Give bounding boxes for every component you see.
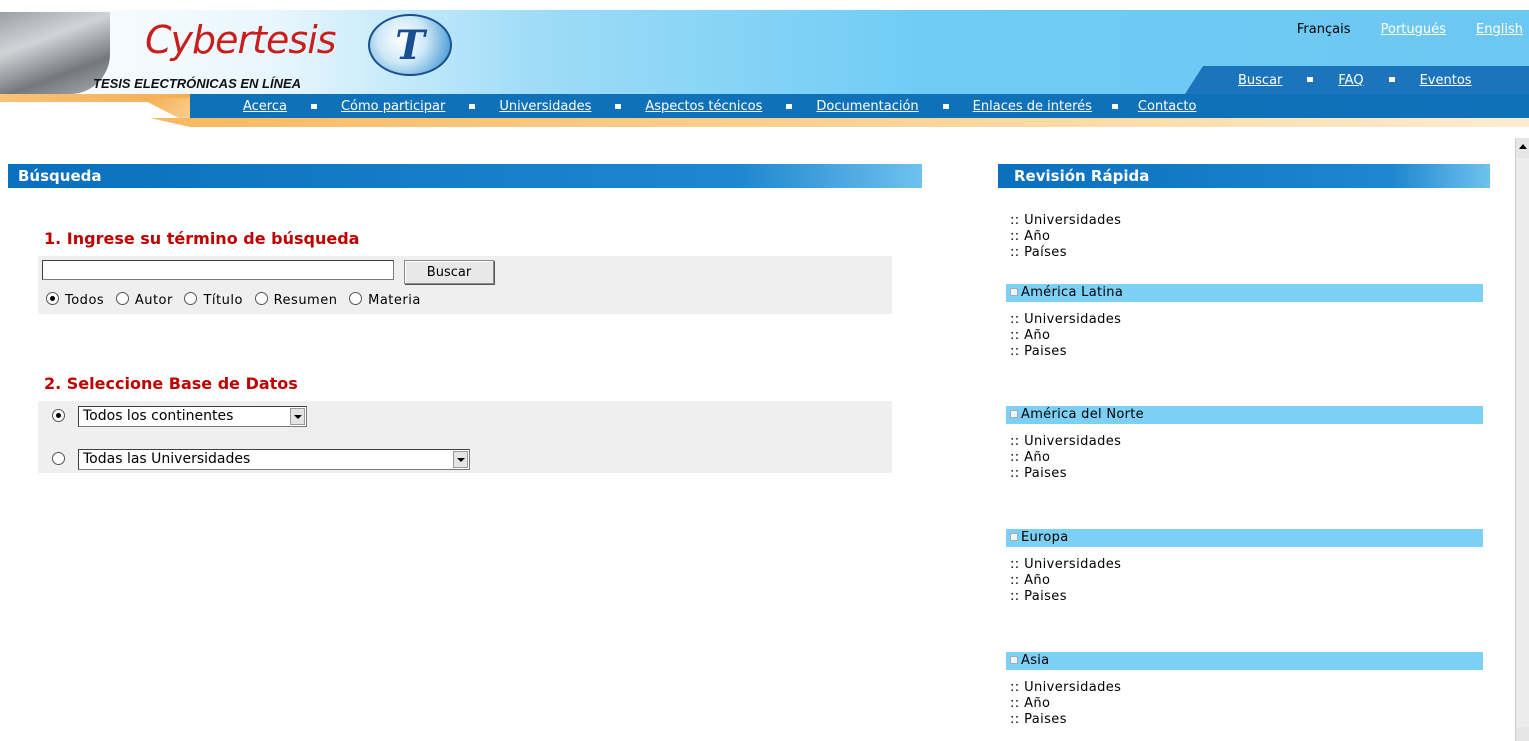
scroll-up-arrow-icon[interactable] <box>1516 138 1529 158</box>
language-link-english[interactable]: English <box>1476 22 1523 37</box>
top-nav-buscar[interactable]: Buscar <box>1238 73 1282 88</box>
radio-autor[interactable] <box>115 292 129 305</box>
link-paises[interactable]: :: Paises <box>1010 712 1121 728</box>
region-header-asia: Asia <box>1006 652 1483 670</box>
bullet-icon <box>469 104 476 109</box>
nav-aspectos-tecnicos[interactable]: Aspectos técnicos <box>645 99 762 114</box>
radio-universities[interactable] <box>52 452 65 465</box>
top-nav-eventos[interactable]: Eventos <box>1420 73 1472 88</box>
bullet-icon <box>1010 656 1018 664</box>
general-links: :: Universidades :: Año :: Países <box>1010 213 1121 261</box>
chevron-down-icon[interactable] <box>290 408 305 425</box>
top-nav: Buscar FAQ Eventos <box>1238 73 1472 88</box>
nav-contacto[interactable]: Contacto <box>1138 99 1197 114</box>
radio-materia[interactable] <box>349 292 363 305</box>
bullet-icon <box>1010 288 1018 296</box>
nav-universidades[interactable]: Universidades <box>499 99 591 114</box>
link-paises[interactable]: :: Paises <box>1010 344 1121 360</box>
region-links-america-latina: :: Universidades :: Año :: Paises <box>1010 312 1121 360</box>
university-select-value: Todas las Universidades <box>83 451 251 467</box>
bullet-icon <box>1010 410 1018 418</box>
search-input[interactable] <box>42 260 394 280</box>
bullet-icon <box>1307 77 1314 82</box>
search-button[interactable]: Buscar <box>404 260 494 284</box>
bullet-icon <box>310 104 317 109</box>
link-ano[interactable]: :: Año <box>1010 573 1121 589</box>
link-universidades[interactable]: :: Universidades <box>1010 557 1121 573</box>
radio-todos[interactable] <box>46 292 59 305</box>
region-links-america-del-norte: :: Universidades :: Año :: Paises <box>1010 434 1121 482</box>
continent-select[interactable]: Todos los continentes <box>78 406 307 427</box>
site-header: Cybertesis T TESIS ELECTRÓNICAS EN LÍNEA… <box>0 0 1529 130</box>
radio-label-resumen: Resumen <box>273 293 338 308</box>
quick-review-header: Revisión Rápida <box>998 164 1490 188</box>
nav-documentacion[interactable]: Documentación <box>816 99 918 114</box>
radio-label-titulo: Título <box>203 293 243 308</box>
radio-titulo[interactable] <box>184 292 198 305</box>
link-paises[interactable]: :: Paises <box>1010 466 1121 482</box>
search-section-header: Búsqueda <box>8 164 922 188</box>
language-link-portugues[interactable]: Portugués <box>1381 22 1446 37</box>
continent-select-value: Todos los continentes <box>83 408 234 424</box>
bullet-icon <box>615 104 622 109</box>
nav-acerca[interactable]: Acerca <box>243 99 287 114</box>
radio-continents[interactable] <box>52 409 65 422</box>
step1-title: 1. Ingrese su término de búsqueda <box>44 229 360 248</box>
bullet-icon <box>942 104 949 109</box>
region-header-america-latina: América Latina <box>1006 284 1483 302</box>
language-current: Français <box>1296 22 1351 37</box>
nav-enlaces-de-interes[interactable]: Enlaces de interés <box>973 99 1092 114</box>
site-logo[interactable]: Cybertesis <box>145 18 337 62</box>
scroll-down-arrow-icon[interactable] <box>1516 727 1529 741</box>
link-ano[interactable]: :: Año <box>1010 696 1121 712</box>
main-nav: Acerca Cómo participar Universidades Aspect… <box>243 99 1196 114</box>
search-field-options: Todos Autor Título Resumen Materia <box>46 292 428 308</box>
radio-label-autor: Autor <box>134 293 173 308</box>
logo-emblem: T <box>368 14 452 76</box>
link-ano[interactable]: :: Año <box>1010 328 1121 344</box>
chevron-down-icon[interactable] <box>453 451 468 468</box>
vertical-scrollbar[interactable] <box>1515 138 1529 741</box>
step2-title: 2. Seleccione Base de Datos <box>44 374 298 393</box>
bullet-icon <box>1388 77 1395 82</box>
nav-como-participar[interactable]: Cómo participar <box>341 99 445 114</box>
bullet-icon <box>1010 533 1018 541</box>
link-universidades[interactable]: :: Universidades <box>1010 213 1121 229</box>
region-links-asia: :: Universidades :: Año :: Paises <box>1010 680 1121 728</box>
site-tagline: TESIS ELECTRÓNICAS EN LÍNEA <box>93 76 302 91</box>
link-ano[interactable]: :: Año <box>1010 450 1121 466</box>
link-universidades[interactable]: :: Universidades <box>1010 312 1121 328</box>
bullet-icon <box>1111 104 1118 109</box>
link-universidades[interactable]: :: Universidades <box>1010 434 1121 450</box>
radio-resumen[interactable] <box>254 292 268 305</box>
link-universidades[interactable]: :: Universidades <box>1010 680 1121 696</box>
link-paises[interactable]: :: Paises <box>1010 589 1121 605</box>
region-header-america-del-norte: América del Norte <box>1006 406 1483 424</box>
bullet-icon <box>786 104 793 109</box>
language-switcher: Français Portugués English <box>1271 22 1523 37</box>
region-header-europa: Europa <box>1006 529 1483 547</box>
radio-label-todos: Todos <box>65 293 105 308</box>
university-select[interactable]: Todas las Universidades <box>78 449 470 470</box>
link-paises[interactable]: :: Países <box>1010 245 1121 261</box>
radio-label-materia: Materia <box>368 293 421 308</box>
region-links-europa: :: Universidades :: Año :: Paises <box>1010 557 1121 605</box>
top-nav-faq[interactable]: FAQ <box>1338 73 1363 88</box>
link-ano[interactable]: :: Año <box>1010 229 1121 245</box>
